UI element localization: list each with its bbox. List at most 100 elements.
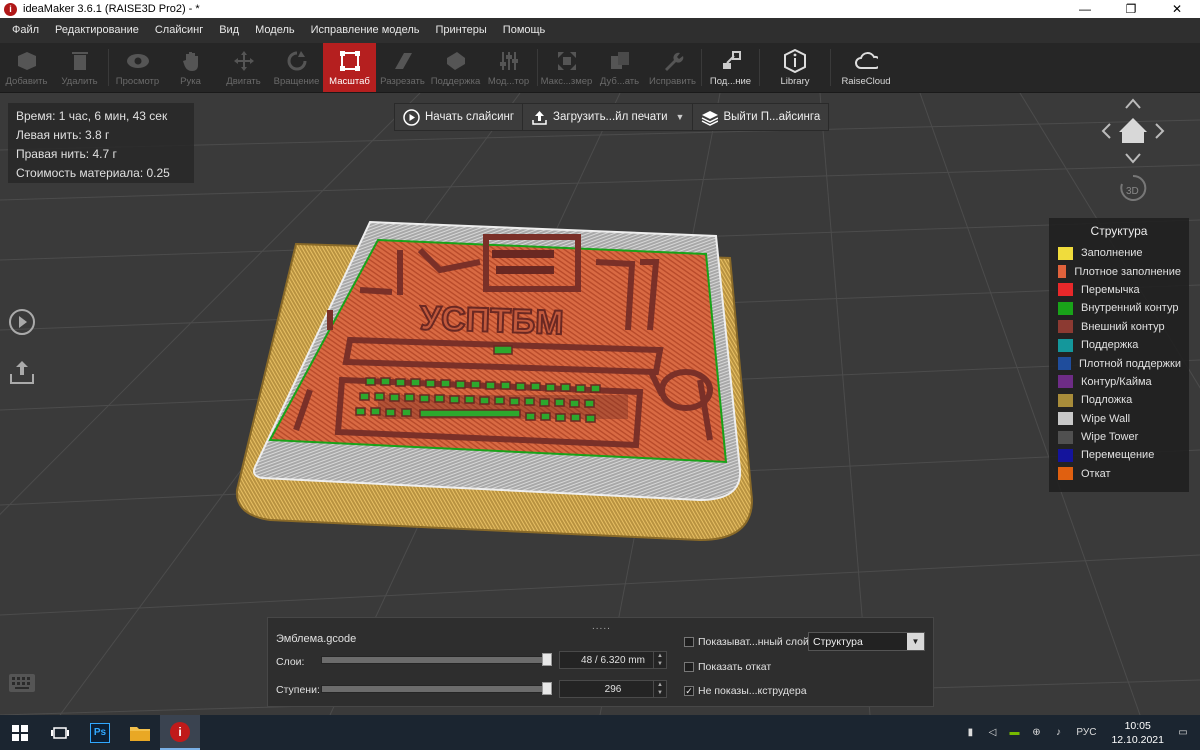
steps-spin-arrows-icon[interactable]: ▲ ▼ — [653, 681, 666, 697]
start-slicing-button[interactable]: Начать слайсинг — [395, 103, 524, 131]
nvidia-icon[interactable]: ▬ — [1003, 715, 1025, 750]
rotate-button[interactable]: Вращение — [270, 43, 323, 92]
export-button[interactable] — [8, 358, 36, 386]
print-stats-panel: Время: 1 час, 6 мин, 43 сек Левая нить: … — [8, 103, 194, 183]
restore-button[interactable]: ❐ — [1108, 0, 1154, 18]
hand-label: Рука — [180, 75, 201, 87]
task-view-button[interactable] — [40, 715, 80, 750]
legend-item: Wipe Wall — [1057, 410, 1181, 428]
volume-icon[interactable]: ◁ — [981, 715, 1003, 750]
windows-logo-icon — [12, 724, 28, 741]
upload-button[interactable]: Загрузить...йл печати ▼ — [523, 103, 694, 131]
usb-icon[interactable]: ▮ — [959, 715, 981, 750]
ideamaker-taskbar-button[interactable]: i — [160, 715, 200, 750]
menu-slicing[interactable]: Слайсинг — [147, 18, 211, 43]
layers-spinbox[interactable]: 48 / 6.320 mm ▲ ▼ — [559, 651, 667, 669]
support-button[interactable]: Поддержка — [429, 43, 482, 92]
layers-slider-fill — [322, 657, 544, 663]
view-button[interactable]: Просмотр — [111, 43, 164, 92]
show-retract-checkbox[interactable]: Показать откат — [684, 661, 771, 673]
layers-slider[interactable] — [321, 653, 553, 666]
duplicate-button[interactable]: Дуб...ать — [593, 43, 646, 92]
exit-preview-button[interactable]: Выйти П...айсинга — [693, 103, 828, 131]
add-button[interactable]: Добавить — [0, 43, 53, 92]
menu-edit[interactable]: Редактирование — [47, 18, 147, 43]
speaker-icon[interactable]: ♪ — [1047, 715, 1069, 750]
checkbox-box[interactable] — [684, 662, 694, 672]
clock-date: 12.10.2021 — [1111, 733, 1164, 746]
input-language[interactable]: РУС — [1069, 715, 1103, 750]
menu-printers[interactable]: Принтеры — [427, 18, 494, 43]
checkbox-box[interactable] — [684, 637, 694, 647]
notifications-icon[interactable]: ▭ — [1172, 715, 1194, 750]
keyboard-shortcuts-button[interactable] — [8, 673, 36, 693]
window-title: ideaMaker 3.6.1 (RAISE3D Pro2) - * — [23, 3, 200, 15]
legend-swatch — [1057, 356, 1073, 372]
start-button[interactable] — [0, 715, 40, 750]
legend-label: Перемычка — [1081, 283, 1140, 296]
photoshop-icon: Ps — [90, 722, 110, 743]
menu-bar: Файл Редактирование Слайсинг Вид Модель … — [0, 18, 1200, 43]
layers-icon — [701, 109, 719, 126]
steps-spinbox[interactable]: 296 ▲ ▼ — [559, 680, 667, 698]
network-icon[interactable]: ⊕ — [1025, 715, 1047, 750]
menu-file[interactable]: Файл — [4, 18, 47, 43]
modifier-label: Мод...тор — [487, 75, 530, 87]
layers-value: 48 / 6.320 mm — [581, 654, 645, 666]
repair-button[interactable]: Исправить — [646, 43, 699, 92]
show-layer-checkbox[interactable]: Показыват...нный слой — [684, 636, 809, 648]
show-desktop-button[interactable] — [1194, 715, 1200, 750]
menu-model[interactable]: Модель — [247, 18, 302, 43]
layer-preview-panel: ..... Эмблема.gcode Слои: 48 / 6.320 mm … — [267, 617, 934, 707]
system-clock[interactable]: 10:05 12.10.2021 — [1103, 719, 1172, 747]
layers-slider-thumb[interactable] — [542, 653, 552, 666]
hide-extruder-checkbox[interactable]: ✓ Не показы...кструдера — [684, 685, 807, 697]
connect-button[interactable]: Под...ние — [704, 43, 757, 92]
legend-swatch — [1057, 392, 1074, 408]
menu-help[interactable]: Помощь — [495, 18, 554, 43]
gcode-filename: Эмблема.gcode — [276, 633, 357, 645]
photoshop-taskbar-button[interactable]: Ps — [80, 715, 120, 750]
library-button[interactable]: Library — [762, 43, 828, 92]
play-preview-button[interactable] — [8, 308, 36, 336]
explorer-taskbar-button[interactable] — [120, 715, 160, 750]
legend-item: Поддержка — [1057, 336, 1181, 354]
legend-item: Внутренний контур — [1057, 299, 1181, 317]
remove-button[interactable]: Удалить — [53, 43, 106, 92]
rotate-label: Вращение — [273, 75, 320, 87]
steps-slider-thumb[interactable] — [542, 682, 552, 695]
panel-drag-handle[interactable]: ..... — [592, 621, 611, 632]
upload-dropdown-arrow-icon[interactable]: ▼ — [676, 112, 685, 122]
raisecloud-button[interactable]: RaiseCloud — [833, 43, 899, 92]
legend-item: Откат — [1057, 465, 1181, 483]
steps-label: Ступени: — [276, 684, 320, 696]
scale-button[interactable]: Масштаб — [323, 43, 376, 92]
toolbar-divider — [537, 49, 538, 86]
steps-slider[interactable] — [321, 682, 553, 695]
legend-label: Контур/Кайма — [1081, 375, 1152, 388]
menu-repair[interactable]: Исправление модель — [303, 18, 428, 43]
hand-button[interactable]: Рука — [164, 43, 217, 92]
checkbox-checked-box[interactable]: ✓ — [684, 686, 694, 696]
pan-right-icon — [1155, 123, 1165, 139]
upload-label: Загрузить...йл печати — [553, 111, 668, 123]
support-label: Поддержка — [430, 75, 481, 87]
cut-button[interactable]: Разрезать — [376, 43, 429, 92]
title-bar: i ideaMaker 3.6.1 (RAISE3D Pro2) - * — ❐… — [0, 0, 1200, 18]
close-button[interactable]: ✕ — [1154, 0, 1200, 18]
legend-swatch — [1057, 264, 1068, 280]
toolbar-divider — [108, 49, 109, 86]
layers-spin-arrows-icon[interactable]: ▲ ▼ — [653, 652, 666, 668]
move-button[interactable]: Двигать — [217, 43, 270, 92]
display-mode-select[interactable]: Структура ▼ — [808, 632, 925, 651]
play-circle-icon — [9, 309, 35, 335]
raisecloud-label: RaiseCloud — [841, 75, 891, 87]
max-size-button[interactable]: Макс...змер — [540, 43, 593, 92]
modifier-button[interactable]: Мод...тор — [482, 43, 535, 92]
legend-swatch — [1057, 466, 1074, 482]
minimize-button[interactable]: — — [1062, 0, 1108, 18]
chevron-down-icon[interactable]: ▼ — [907, 633, 924, 650]
menu-view[interactable]: Вид — [211, 18, 247, 43]
sliders-icon — [497, 49, 521, 73]
toolbar: Добавить Удалить Просмотр Рука Двигать В… — [0, 43, 1200, 93]
